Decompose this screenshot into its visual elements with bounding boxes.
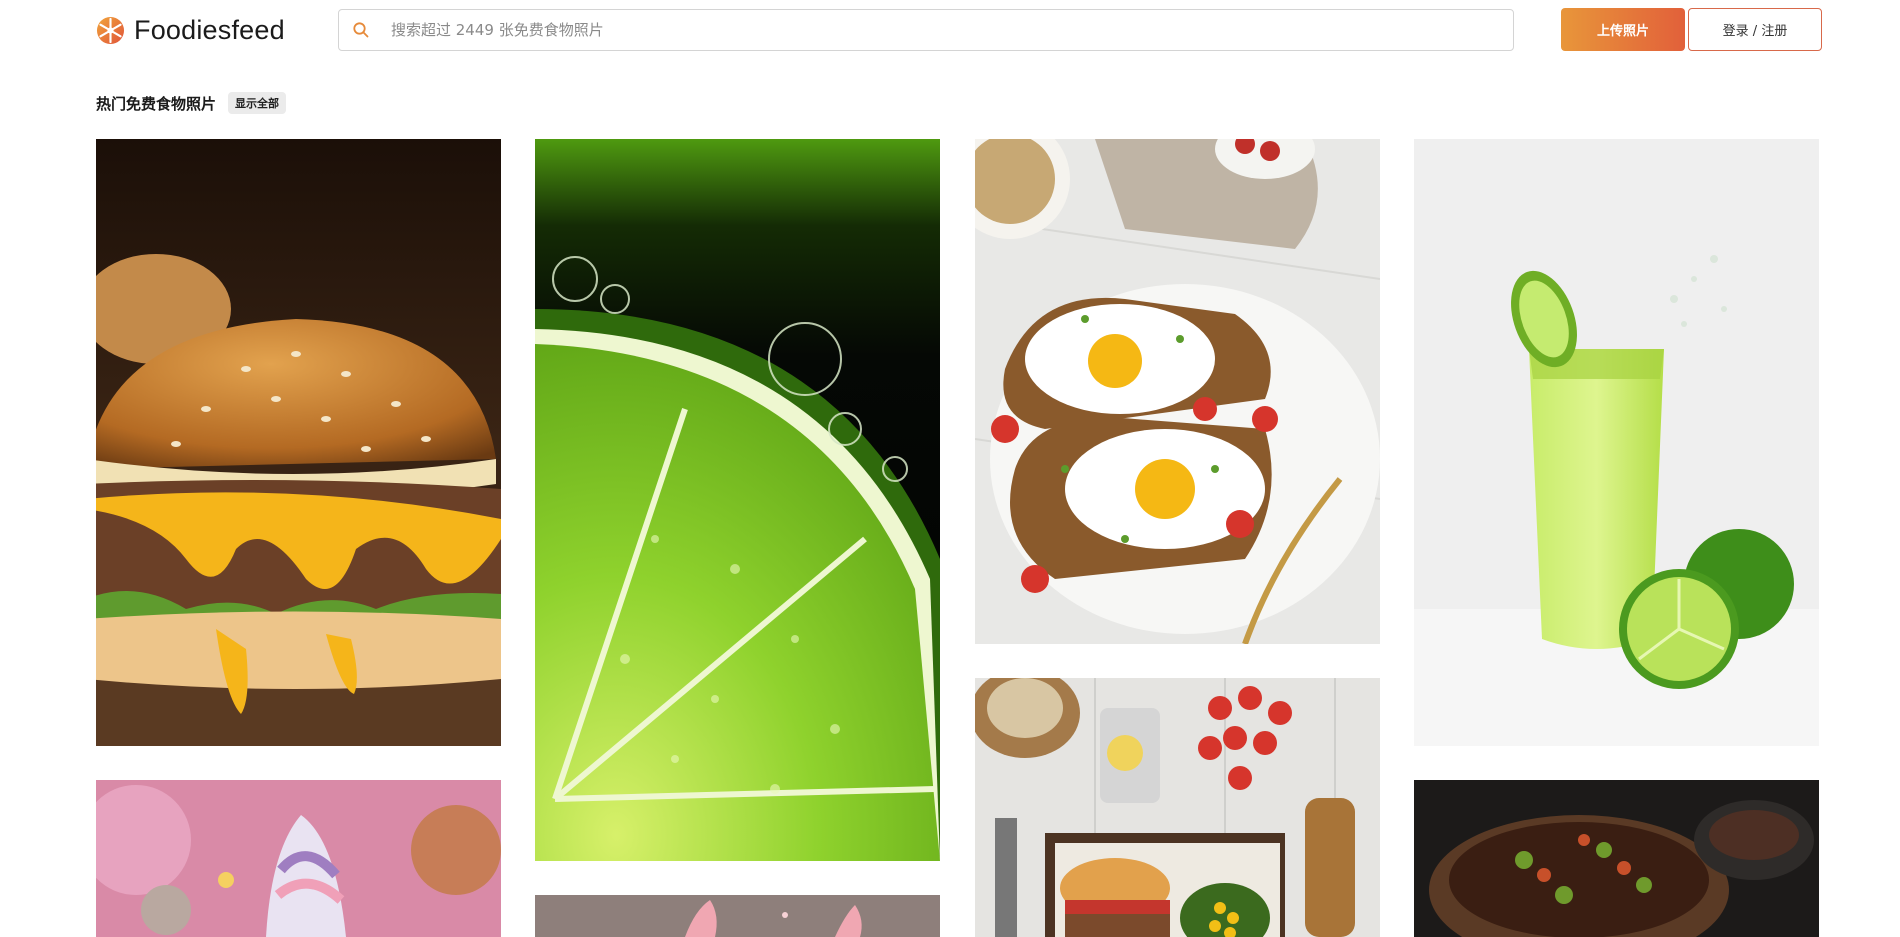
show-all-link[interactable]: 显示全部: [228, 92, 287, 114]
search-input[interactable]: [383, 11, 1513, 49]
login-register-button[interactable]: 登录 / 注册: [1688, 8, 1822, 51]
photo-lime-juice[interactable]: [1414, 139, 1819, 746]
photo-lime[interactable]: [535, 139, 940, 861]
logo-link[interactable]: Foodiesfeed: [96, 14, 285, 46]
search-icon[interactable]: [339, 10, 383, 50]
photo-burger[interactable]: [96, 139, 501, 746]
photo-stew[interactable]: [1414, 780, 1819, 937]
photo-burger-tray[interactable]: [975, 678, 1380, 937]
logo-wordmark: Foodiesfeed: [134, 14, 285, 45]
upload-photo-button[interactable]: 上传照片: [1561, 8, 1685, 51]
photo-eggs-toast[interactable]: [975, 139, 1380, 644]
photo-ice-cream[interactable]: [96, 780, 501, 937]
foodiesfeed-logo-icon: [96, 16, 125, 44]
section-title: 热门免费食物照片: [96, 94, 217, 113]
photo-splash[interactable]: [535, 895, 940, 937]
search-bar[interactable]: [338, 9, 1514, 51]
top-navigation-bar: Foodiesfeed 上传照片 登录 / 注册: [0, 0, 1900, 60]
section-header: 热门免费食物照片 显示全部: [96, 91, 287, 115]
